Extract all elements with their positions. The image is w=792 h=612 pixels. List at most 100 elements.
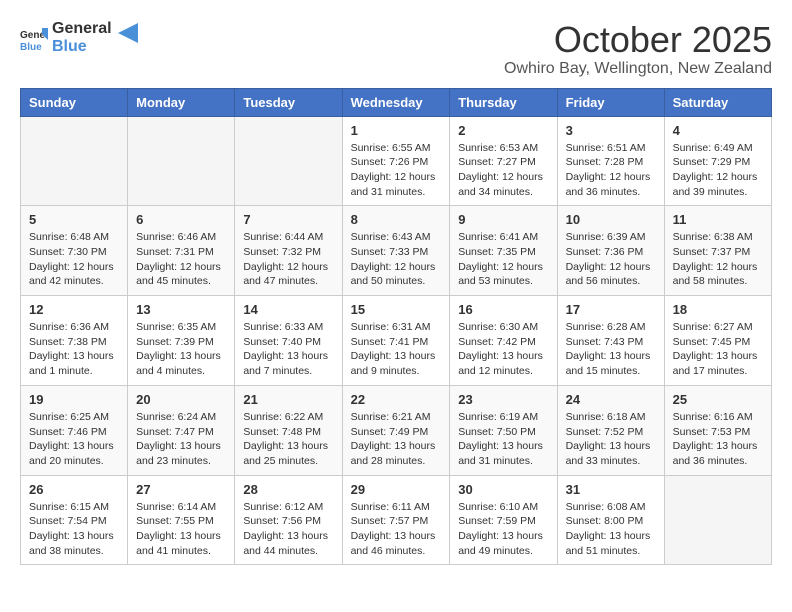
day-info: Sunrise: 6:28 AM Sunset: 7:43 PM Dayligh… bbox=[566, 320, 656, 379]
calendar-cell: 15 Sunrise: 6:31 AM Sunset: 7:41 PM Dayli… bbox=[342, 296, 450, 386]
calendar-cell: 21Sunrise: 6:22 AM Sunset: 7:48 PM Dayli… bbox=[235, 385, 342, 475]
day-number: 10 bbox=[566, 212, 656, 227]
logo-general-text: General bbox=[52, 20, 112, 38]
calendar-cell: 23 Sunrise: 6:19 AM Sunset: 7:50 PM Dayli… bbox=[450, 385, 557, 475]
calendar-cell bbox=[21, 116, 128, 206]
calendar-cell: 22Sunrise: 6:21 AM Sunset: 7:49 PM Dayli… bbox=[342, 385, 450, 475]
calendar-cell: 7 Sunrise: 6:44 AM Sunset: 7:32 PM Daylig… bbox=[235, 206, 342, 296]
day-info: Sunrise: 6:41 AM Sunset: 7:35 PM Dayligh… bbox=[458, 230, 548, 289]
location-title: Owhiro Bay, Wellington, New Zealand bbox=[504, 60, 772, 78]
calendar-cell: 3 Sunrise: 6:51 AM Sunset: 7:28 PM Daylig… bbox=[557, 116, 664, 206]
calendar-cell: 5 Sunrise: 6:48 AM Sunset: 7:30 PM Daylig… bbox=[21, 206, 128, 296]
day-info: Sunrise: 6:48 AM Sunset: 7:30 PM Dayligh… bbox=[29, 230, 119, 289]
calendar-cell: 13Sunrise: 6:35 AM Sunset: 7:39 PM Dayli… bbox=[128, 296, 235, 386]
day-number: 7 bbox=[243, 212, 333, 227]
day-number: 31 bbox=[566, 482, 656, 497]
day-info: Sunrise: 6:31 AM Sunset: 7:41 PM Dayligh… bbox=[351, 320, 442, 379]
calendar-cell: 27 Sunrise: 6:14 AM Sunset: 7:55 PM Dayli… bbox=[128, 475, 235, 565]
header-tuesday: Tuesday bbox=[235, 88, 342, 116]
day-info: Sunrise: 6:08 AM Sunset: 8:00 PM Dayligh… bbox=[566, 500, 656, 559]
calendar-cell: 14 Sunrise: 6:33 AM Sunset: 7:40 PM Dayli… bbox=[235, 296, 342, 386]
day-number: 28 bbox=[243, 482, 333, 497]
day-number: 5 bbox=[29, 212, 119, 227]
day-number: 4 bbox=[673, 123, 763, 138]
day-number: 6 bbox=[136, 212, 226, 227]
day-number: 16 bbox=[458, 302, 548, 317]
calendar-cell: 6 Sunrise: 6:46 AM Sunset: 7:31 PM Daylig… bbox=[128, 206, 235, 296]
day-number: 15 bbox=[351, 302, 442, 317]
calendar-cell bbox=[235, 116, 342, 206]
calendar-cell: 12 Sunrise: 6:36 AM Sunset: 7:38 PM Dayli… bbox=[21, 296, 128, 386]
day-number: 26 bbox=[29, 482, 119, 497]
day-info: Sunrise: 6:15 AM Sunset: 7:54 PM Dayligh… bbox=[29, 500, 119, 559]
day-info: Sunrise: 6:44 AM Sunset: 7:32 PM Dayligh… bbox=[243, 230, 333, 289]
calendar-cell: 2 Sunrise: 6:53 AM Sunset: 7:27 PM Daylig… bbox=[450, 116, 557, 206]
day-number: 8 bbox=[351, 212, 442, 227]
day-info: Sunrise: 6:18 AM Sunset: 7:52 PM Dayligh… bbox=[566, 410, 656, 469]
header-sunday: Sunday bbox=[21, 88, 128, 116]
day-info: Sunrise: 6:10 AM Sunset: 7:59 PM Dayligh… bbox=[458, 500, 548, 559]
page-header: General Blue General Blue October 2025 O… bbox=[20, 20, 772, 78]
logo-icon: General Blue bbox=[20, 24, 48, 52]
day-info: Sunrise: 6:36 AM Sunset: 7:38 PM Dayligh… bbox=[29, 320, 119, 379]
day-number: 27 bbox=[136, 482, 226, 497]
calendar-cell: 8Sunrise: 6:43 AM Sunset: 7:33 PM Daylig… bbox=[342, 206, 450, 296]
day-info: Sunrise: 6:11 AM Sunset: 7:57 PM Dayligh… bbox=[351, 500, 442, 559]
day-info: Sunrise: 6:51 AM Sunset: 7:28 PM Dayligh… bbox=[566, 141, 656, 200]
day-info: Sunrise: 6:25 AM Sunset: 7:46 PM Dayligh… bbox=[29, 410, 119, 469]
day-number: 14 bbox=[243, 302, 333, 317]
day-info: Sunrise: 6:14 AM Sunset: 7:55 PM Dayligh… bbox=[136, 500, 226, 559]
calendar-cell: 1 Sunrise: 6:55 AM Sunset: 7:26 PM Daylig… bbox=[342, 116, 450, 206]
day-info: Sunrise: 6:39 AM Sunset: 7:36 PM Dayligh… bbox=[566, 230, 656, 289]
calendar-header-row: SundayMondayTuesdayWednesdayThursdayFrid… bbox=[21, 88, 772, 116]
day-info: Sunrise: 6:19 AM Sunset: 7:50 PM Dayligh… bbox=[458, 410, 548, 469]
calendar-cell: 11 Sunrise: 6:38 AM Sunset: 7:37 PM Dayli… bbox=[664, 206, 771, 296]
svg-text:Blue: Blue bbox=[20, 42, 42, 52]
day-number: 1 bbox=[351, 123, 442, 138]
calendar-week-row: 1 Sunrise: 6:55 AM Sunset: 7:26 PM Daylig… bbox=[21, 116, 772, 206]
day-info: Sunrise: 6:24 AM Sunset: 7:47 PM Dayligh… bbox=[136, 410, 226, 469]
logo-blue-text: Blue bbox=[52, 38, 112, 56]
calendar-cell: 30 Sunrise: 6:10 AM Sunset: 7:59 PM Dayli… bbox=[450, 475, 557, 565]
day-number: 18 bbox=[673, 302, 763, 317]
calendar-week-row: 19 Sunrise: 6:25 AM Sunset: 7:46 PM Dayli… bbox=[21, 385, 772, 475]
calendar-cell: 10 Sunrise: 6:39 AM Sunset: 7:36 PM Dayli… bbox=[557, 206, 664, 296]
calendar-cell: 29Sunrise: 6:11 AM Sunset: 7:57 PM Dayli… bbox=[342, 475, 450, 565]
day-number: 11 bbox=[673, 212, 763, 227]
calendar-cell: 26 Sunrise: 6:15 AM Sunset: 7:54 PM Dayli… bbox=[21, 475, 128, 565]
day-number: 9 bbox=[458, 212, 548, 227]
day-info: Sunrise: 6:35 AM Sunset: 7:39 PM Dayligh… bbox=[136, 320, 226, 379]
day-info: Sunrise: 6:30 AM Sunset: 7:42 PM Dayligh… bbox=[458, 320, 548, 379]
day-number: 3 bbox=[566, 123, 656, 138]
day-number: 30 bbox=[458, 482, 548, 497]
title-section: October 2025 Owhiro Bay, Wellington, New… bbox=[504, 20, 772, 78]
day-number: 12 bbox=[29, 302, 119, 317]
day-info: Sunrise: 6:27 AM Sunset: 7:45 PM Dayligh… bbox=[673, 320, 763, 379]
day-info: Sunrise: 6:38 AM Sunset: 7:37 PM Dayligh… bbox=[673, 230, 763, 289]
calendar-cell: 17 Sunrise: 6:28 AM Sunset: 7:43 PM Dayli… bbox=[557, 296, 664, 386]
calendar-cell bbox=[128, 116, 235, 206]
calendar-week-row: 26 Sunrise: 6:15 AM Sunset: 7:54 PM Dayli… bbox=[21, 475, 772, 565]
day-number: 19 bbox=[29, 392, 119, 407]
calendar-cell: 20Sunrise: 6:24 AM Sunset: 7:47 PM Dayli… bbox=[128, 385, 235, 475]
calendar-table: SundayMondayTuesdayWednesdayThursdayFrid… bbox=[20, 88, 772, 566]
day-number: 17 bbox=[566, 302, 656, 317]
day-info: Sunrise: 6:46 AM Sunset: 7:31 PM Dayligh… bbox=[136, 230, 226, 289]
calendar-cell: 18 Sunrise: 6:27 AM Sunset: 7:45 PM Dayli… bbox=[664, 296, 771, 386]
month-title: October 2025 bbox=[504, 20, 772, 60]
day-number: 24 bbox=[566, 392, 656, 407]
calendar-cell: 25Sunrise: 6:16 AM Sunset: 7:53 PM Dayli… bbox=[664, 385, 771, 475]
calendar-cell bbox=[664, 475, 771, 565]
day-info: Sunrise: 6:22 AM Sunset: 7:48 PM Dayligh… bbox=[243, 410, 333, 469]
day-info: Sunrise: 6:55 AM Sunset: 7:26 PM Dayligh… bbox=[351, 141, 442, 200]
day-number: 22 bbox=[351, 392, 442, 407]
header-wednesday: Wednesday bbox=[342, 88, 450, 116]
calendar-week-row: 5 Sunrise: 6:48 AM Sunset: 7:30 PM Daylig… bbox=[21, 206, 772, 296]
day-number: 2 bbox=[458, 123, 548, 138]
day-info: Sunrise: 6:49 AM Sunset: 7:29 PM Dayligh… bbox=[673, 141, 763, 200]
calendar-cell: 31 Sunrise: 6:08 AM Sunset: 8:00 PM Dayli… bbox=[557, 475, 664, 565]
day-info: Sunrise: 6:12 AM Sunset: 7:56 PM Dayligh… bbox=[243, 500, 333, 559]
day-info: Sunrise: 6:53 AM Sunset: 7:27 PM Dayligh… bbox=[458, 141, 548, 200]
day-info: Sunrise: 6:33 AM Sunset: 7:40 PM Dayligh… bbox=[243, 320, 333, 379]
day-number: 23 bbox=[458, 392, 548, 407]
